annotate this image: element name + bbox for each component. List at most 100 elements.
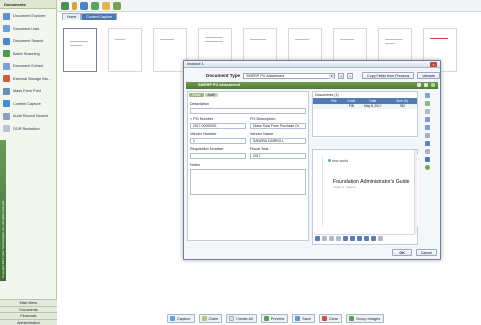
- po-description-field[interactable]: Diane Tolar Form Purchase Or: [250, 123, 306, 129]
- view-icon[interactable]: [424, 141, 430, 146]
- group-images-icon: [348, 316, 354, 321]
- sidebar-item-audit-record-search[interactable]: Audit Record Search: [0, 110, 56, 123]
- sidebar-item-dor-redaction[interactable]: DOR Redaction: [0, 123, 56, 136]
- notes-field[interactable]: [190, 169, 306, 195]
- requisition-number-field[interactable]: [190, 153, 246, 159]
- claim-button[interactable]: Claim: [198, 314, 223, 323]
- vendor-number-field[interactable]: 1: [190, 138, 246, 144]
- save-button[interactable]: Save: [292, 314, 315, 323]
- dor-redaction-icon: [3, 125, 10, 133]
- page-thumbnail[interactable]: [153, 28, 187, 72]
- attach-icon[interactable]: [424, 109, 430, 114]
- refresh-icon[interactable]: [417, 83, 421, 87]
- validate-button[interactable]: Validate: [417, 72, 440, 79]
- copy-fields-button[interactable]: Copy Fields from Previous: [362, 72, 415, 79]
- scan-icon[interactable]: [61, 1, 69, 10]
- sidebar-item-document-extract[interactable]: Document Extract: [0, 60, 56, 73]
- move-up-icon[interactable]: [424, 117, 430, 122]
- fiscal-year-field[interactable]: 2017: [250, 153, 306, 159]
- action-bar: Capture Claim Create All Preview Save Cl…: [167, 314, 385, 323]
- capture-icon[interactable]: [80, 1, 88, 10]
- ok-button[interactable]: OK: [392, 249, 412, 256]
- add-document-type-button[interactable]: +: [338, 72, 345, 79]
- document-extract-icon: [3, 62, 10, 70]
- document-type-row: Document Type SWERP PO Attachment ▾ + − …: [184, 71, 440, 80]
- po-number-field[interactable]: 2017-00000001: [190, 123, 246, 129]
- description-field[interactable]: [190, 108, 306, 114]
- cell-size: 782: [399, 104, 405, 108]
- import-icon[interactable]: [72, 1, 77, 10]
- zoom-in-icon[interactable]: [343, 236, 348, 241]
- group-images-button[interactable]: Group Images: [345, 314, 385, 323]
- dialog-titlebar[interactable]: Instance 1: [184, 61, 440, 68]
- vendor-name-field[interactable]: SANDRA CARROLL: [250, 138, 306, 144]
- document-explorer-icon: [3, 12, 10, 20]
- tab-home[interactable]: Home: [62, 13, 82, 20]
- rotate-left-icon[interactable]: [364, 236, 369, 241]
- tab-content-capture[interactable]: Content Capture: [81, 13, 118, 20]
- edit-document-icon[interactable]: [424, 101, 430, 106]
- table-row[interactable]: PIB May 8, 2017 782: [313, 104, 417, 109]
- next-page-icon[interactable]: [336, 236, 341, 241]
- row-checkbox[interactable]: [313, 104, 323, 109]
- sidebar-item-document-lists[interactable]: Document Lists: [0, 23, 56, 36]
- preview-scrollbar[interactable]: [414, 150, 417, 234]
- documents-panel: Documents (1) Title Code Date Size (K) P…: [312, 91, 418, 137]
- logo-icon: [328, 159, 331, 162]
- tab-audit[interactable]: Audit: [204, 93, 218, 97]
- audit-record-search-icon: [3, 112, 10, 120]
- remove-document-type-button[interactable]: −: [347, 72, 354, 79]
- rotate-icon[interactable]: [424, 133, 430, 138]
- create-all-button[interactable]: Create All: [226, 314, 257, 323]
- sidebar-header: Documents: [0, 0, 56, 9]
- sidebar-item-document-search[interactable]: Document Search: [0, 35, 56, 48]
- sidebar-item-content-capture[interactable]: Content Capture: [0, 98, 56, 111]
- sidebar-item-document-explorer[interactable]: Document Explorer: [0, 10, 56, 23]
- vendor-number-label: Vendor Number: [190, 132, 217, 136]
- sidebar-item-batch-scanning[interactable]: Batch Scanning: [0, 48, 56, 61]
- zoom-fit-icon[interactable]: [357, 236, 362, 241]
- form-tabs: Fields Audit: [188, 92, 308, 98]
- previous-page-icon[interactable]: [329, 236, 334, 241]
- document-type-select[interactable]: SWERP PO Attachment ▾: [243, 72, 336, 79]
- cell-code: PIB: [348, 104, 354, 108]
- administration-button[interactable]: Administration: [0, 318, 57, 325]
- folder-icon[interactable]: [102, 1, 110, 10]
- capture-button[interactable]: Capture: [167, 314, 195, 323]
- add-document-icon[interactable]: [424, 93, 430, 98]
- print-icon[interactable]: [371, 236, 376, 241]
- section-header: SWERP PO Attachment: [186, 82, 438, 89]
- clear-button[interactable]: Clear: [318, 314, 342, 323]
- page-thumbnail[interactable]: [108, 28, 142, 72]
- content-capture-icon: [3, 100, 10, 108]
- save-icon: [295, 316, 301, 321]
- preview-page: new world Foundation Administrator's Gui…: [322, 155, 418, 226]
- preview-button[interactable]: Preview: [260, 314, 289, 323]
- sidebar-item-external-storage[interactable]: External Storage Ma...: [0, 73, 56, 86]
- fields-panel: Fields Audit Description ⌕ PO Number 201…: [187, 91, 309, 241]
- link-icon[interactable]: [424, 149, 430, 154]
- tab-fields[interactable]: Fields: [189, 93, 204, 97]
- lookup-icon[interactable]: ⌕: [190, 117, 192, 121]
- document-type-label: Document Type: [206, 73, 241, 78]
- document-preview: new world Foundation Administrator's Gui…: [312, 149, 418, 245]
- document-tools: [420, 93, 434, 170]
- cancel-button[interactable]: Cancel: [415, 249, 437, 256]
- sidebar-item-mass-form-print[interactable]: Mass Form Print: [0, 85, 56, 98]
- zoom-out-icon[interactable]: [350, 236, 355, 241]
- grid-icon[interactable]: [315, 236, 320, 241]
- close-icon[interactable]: ×: [430, 62, 437, 67]
- settings-icon[interactable]: [378, 236, 383, 241]
- undo-icon[interactable]: [113, 1, 121, 10]
- info-icon[interactable]: [424, 157, 430, 162]
- edit-icon[interactable]: [424, 83, 428, 87]
- move-down-icon[interactable]: [424, 125, 430, 130]
- po-number-label: ⌕ PO Number: [190, 117, 214, 121]
- first-page-icon[interactable]: [322, 236, 327, 241]
- vendor-name-label: Vendor Name: [250, 132, 274, 136]
- status-icon: [431, 83, 435, 87]
- page-thumbnail[interactable]: [63, 28, 97, 72]
- sidebar-bottom-nav: Main Menu Documents Financials Administr…: [0, 299, 57, 325]
- notes-label: Notes: [190, 163, 200, 167]
- refresh-icon[interactable]: [91, 1, 99, 10]
